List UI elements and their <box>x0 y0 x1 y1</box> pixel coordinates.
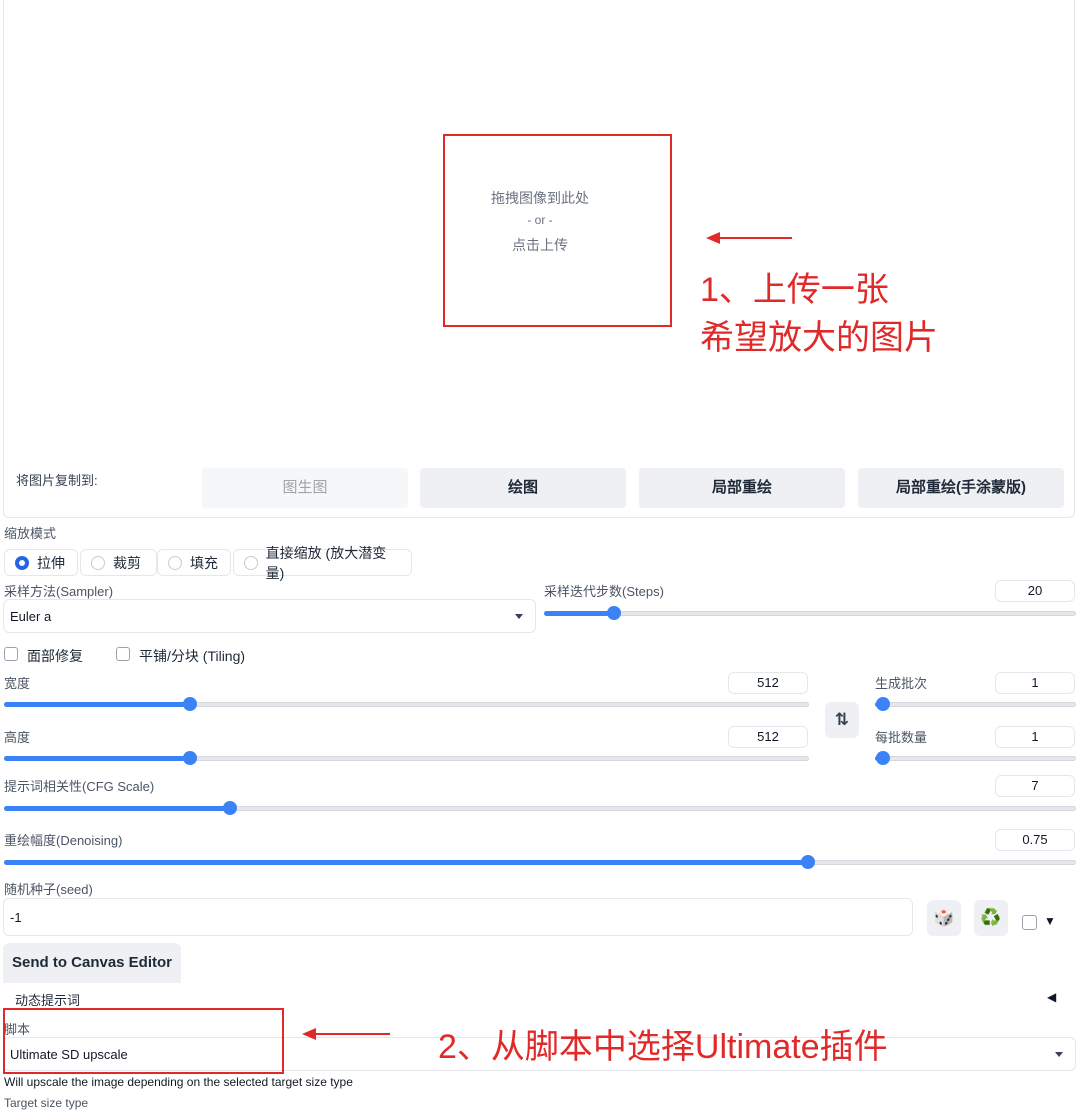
swap-dimensions-button[interactable]: ⇅ <box>825 702 859 738</box>
denoise-input[interactable]: 0.75 <box>995 829 1075 851</box>
radio-label: 直接缩放 (放大潜变量) <box>265 544 387 581</box>
reuse-seed-button[interactable]: ♻️ <box>974 900 1008 936</box>
annotation-arrow-line <box>716 237 792 239</box>
denoise-slider[interactable] <box>4 855 1076 869</box>
slider-thumb[interactable] <box>182 751 197 765</box>
batch-count-slider[interactable] <box>875 697 1076 711</box>
annotation-arrow-line <box>312 1033 390 1035</box>
batch-size-slider[interactable] <box>875 751 1076 765</box>
denoise-label: 重绘幅度(Denoising) <box>4 833 123 848</box>
annotation-text-2: 2、从脚本中选择Ultimate插件 <box>438 1028 888 1066</box>
batch-count-label: 生成批次 <box>875 676 928 691</box>
batch-count-input[interactable]: 1 <box>995 672 1075 694</box>
copy-image-label: 将图片复制到: <box>16 473 98 488</box>
slider-thumb[interactable] <box>800 855 815 869</box>
height-slider[interactable] <box>4 751 809 765</box>
send-to-inpaint-button[interactable]: 局部重绘 <box>639 468 845 508</box>
slider-thumb[interactable] <box>222 801 237 815</box>
face-restore-label: 面部修复 <box>27 648 83 664</box>
chevron-down-icon <box>1055 1052 1063 1057</box>
send-to-canvas-button[interactable]: Send to Canvas Editor <box>3 943 181 983</box>
face-restore-checkbox[interactable] <box>4 647 18 661</box>
slider-thumb[interactable] <box>182 697 197 711</box>
send-to-inpaint-sketch-button[interactable]: 局部重绘(手涂蒙版) <box>858 468 1064 508</box>
resize-mode-label: 缩放模式 <box>4 526 57 541</box>
upscale-note: Will upscale the image depending on the … <box>4 1075 353 1089</box>
target-size-label: Target size type <box>4 1096 89 1110</box>
sampler-select[interactable]: Euler a <box>3 599 536 633</box>
cfg-label: 提示词相关性(CFG Scale) <box>4 779 155 794</box>
slider-thumb[interactable] <box>876 751 890 765</box>
height-input[interactable]: 512 <box>728 726 808 748</box>
radio-resize-crop[interactable]: 裁剪 <box>80 549 157 576</box>
steps-label: 采样迭代步数(Steps) <box>544 584 664 599</box>
radio-resize-stretch[interactable]: 拉伸 <box>4 549 78 576</box>
radio-label: 填充 <box>190 554 218 571</box>
annotation-text-1b: 希望放大的图片 <box>700 319 938 357</box>
dice-icon: 🎲 <box>933 908 955 927</box>
steps-slider[interactable] <box>544 606 1076 620</box>
slider-thumb[interactable] <box>606 606 621 620</box>
radio-resize-fill[interactable]: 填充 <box>157 549 231 576</box>
cfg-slider[interactable] <box>4 801 1076 815</box>
recycle-icon: ♻️ <box>980 908 1002 927</box>
seed-value: -1 <box>10 909 22 925</box>
random-seed-button[interactable]: 🎲 <box>927 900 961 936</box>
extra-seed-checkbox[interactable] <box>1022 915 1037 930</box>
steps-input[interactable]: 20 <box>995 580 1075 602</box>
height-label: 高度 <box>4 730 31 745</box>
send-to-sketch-button[interactable]: 绘图 <box>420 468 626 508</box>
radio-selected-icon <box>15 555 29 570</box>
dynamic-prompts-accordion[interactable] <box>3 983 1075 1011</box>
annotation-text-1a: 1、上传一张 <box>700 271 889 309</box>
radio-label: 拉伸 <box>37 554 65 571</box>
radio-icon <box>168 555 182 570</box>
swap-icon: ⇅ <box>834 710 850 729</box>
dynamic-prompts-label: 动态提示词 <box>15 993 81 1008</box>
annotation-box-upload <box>443 134 672 327</box>
tiling-label: 平铺/分块 (Tiling) <box>139 648 246 664</box>
chevron-down-icon <box>515 614 523 619</box>
expand-icon[interactable]: ▼ <box>1044 914 1056 928</box>
slider-thumb[interactable] <box>876 697 890 711</box>
width-slider[interactable] <box>4 697 809 711</box>
width-label: 宽度 <box>4 676 31 691</box>
send-to-img2img-button[interactable]: 图生图 <box>202 468 408 508</box>
seed-label: 随机种子(seed) <box>4 882 93 897</box>
collapse-icon: ◀ <box>1047 990 1057 1004</box>
annotation-box-script <box>3 1008 284 1074</box>
seed-input[interactable]: -1 <box>3 898 913 936</box>
radio-icon <box>244 555 258 570</box>
cfg-input[interactable]: 7 <box>995 775 1075 797</box>
sampler-value: Euler a <box>10 608 52 624</box>
radio-resize-latent[interactable]: 直接缩放 (放大潜变量) <box>233 545 412 581</box>
width-input[interactable]: 512 <box>728 672 808 694</box>
tiling-checkbox[interactable] <box>116 647 130 661</box>
radio-icon <box>91 555 105 570</box>
radio-label: 裁剪 <box>113 554 141 571</box>
batch-size-label: 每批数量 <box>875 730 928 745</box>
sampler-label: 采样方法(Sampler) <box>4 584 114 599</box>
batch-size-input[interactable]: 1 <box>995 726 1075 748</box>
